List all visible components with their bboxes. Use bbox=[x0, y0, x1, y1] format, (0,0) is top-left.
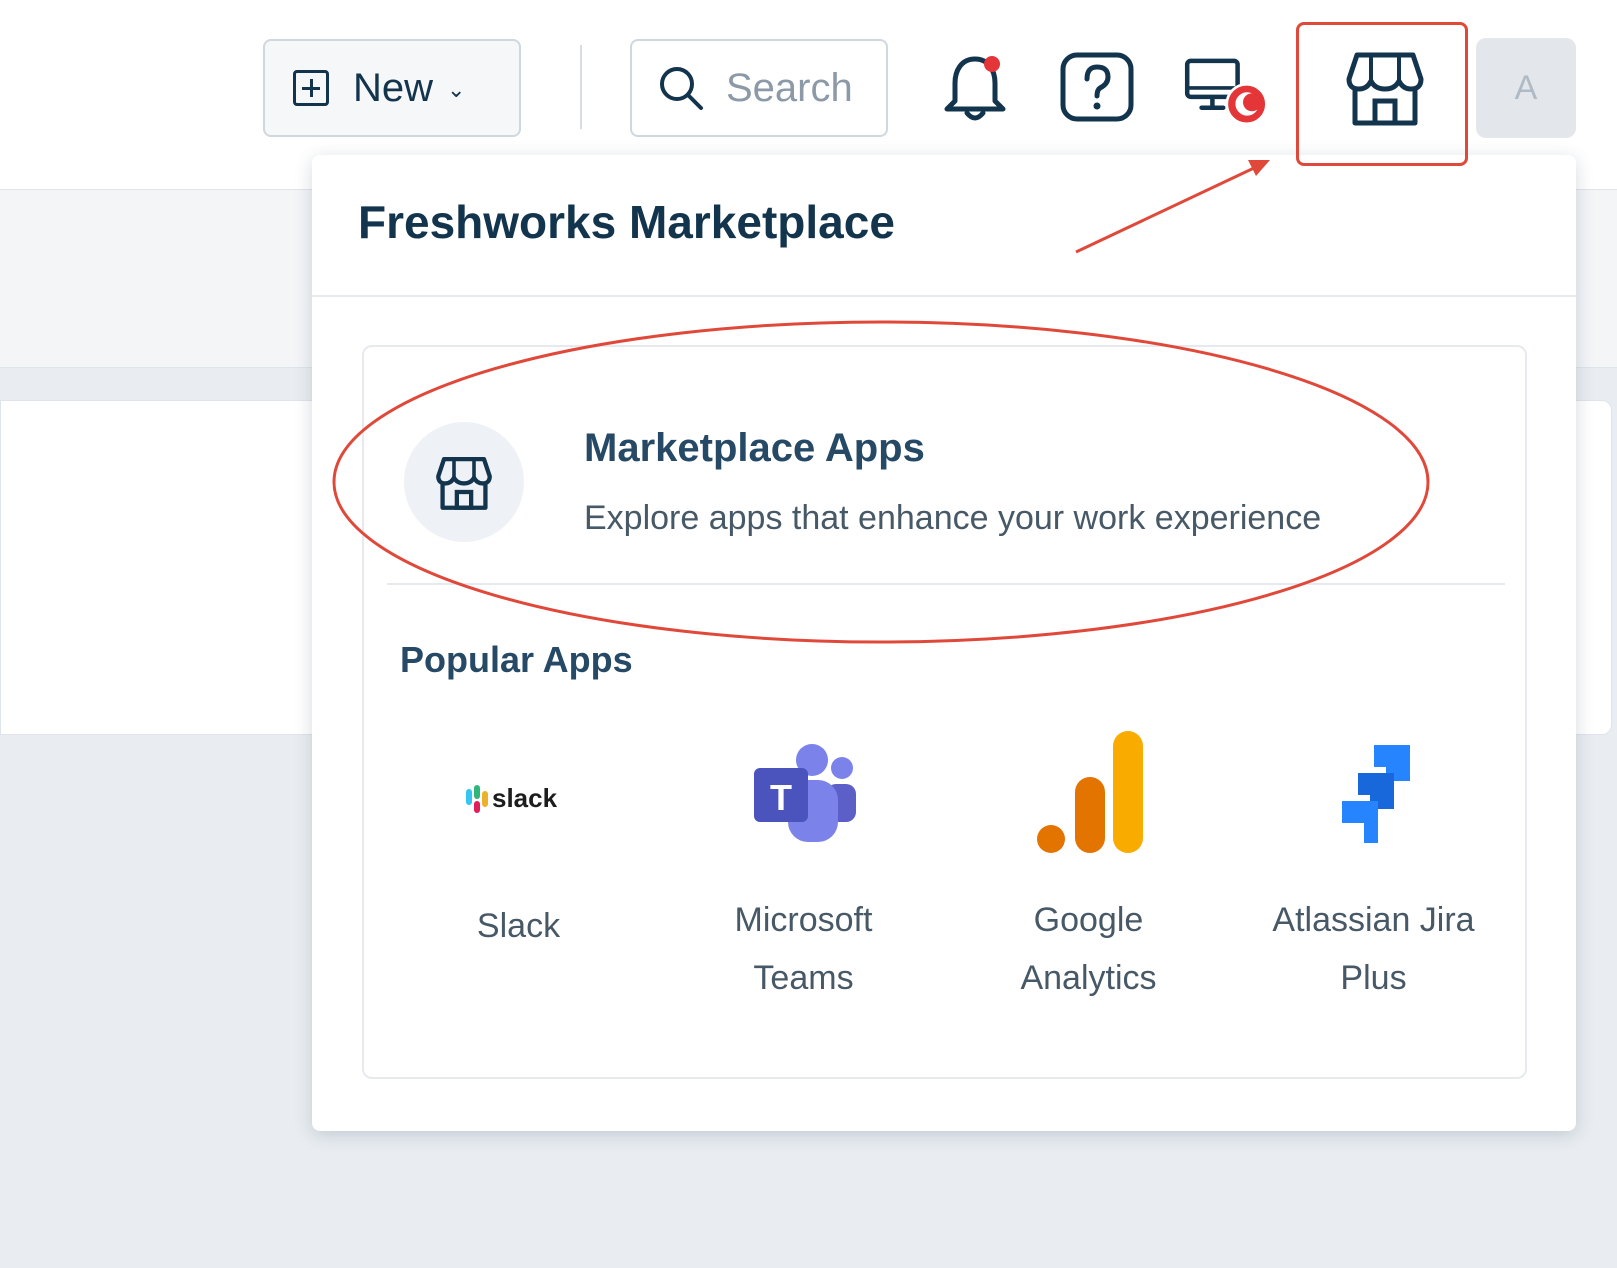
jira-logo-icon bbox=[1304, 727, 1444, 861]
new-button[interactable]: New ⌄ bbox=[263, 39, 521, 137]
slack-logo-icon: slack bbox=[449, 727, 589, 867]
slack-wordmark: slack bbox=[492, 783, 558, 813]
search-placeholder: Search bbox=[726, 65, 853, 110]
storefront-icon bbox=[436, 457, 492, 510]
notifications-button[interactable] bbox=[930, 42, 1020, 132]
marketplace-popup: Freshworks Marketplace Marketplace Apps … bbox=[312, 155, 1576, 1131]
help-button[interactable] bbox=[1052, 42, 1142, 132]
popular-apps-list: slack Slack T Microsoft Teams Google Ana… bbox=[376, 727, 1516, 1007]
search-box[interactable]: Search bbox=[630, 39, 888, 137]
app-microsoft-teams[interactable]: T Microsoft Teams bbox=[661, 727, 946, 1007]
app-google-analytics[interactable]: Google Analytics bbox=[946, 727, 1231, 1007]
google-analytics-logo-icon bbox=[1019, 727, 1159, 861]
avatar[interactable]: A bbox=[1476, 38, 1576, 138]
marketplace-apps-icon-wrap bbox=[404, 422, 524, 542]
new-button-label: New bbox=[353, 65, 434, 110]
microsoft-teams-logo-icon: T bbox=[734, 727, 874, 861]
app-screen: New ⌄ Search A Freshworks Marketplace Ma… bbox=[0, 0, 1617, 1268]
popup-title: Freshworks Marketplace bbox=[358, 196, 895, 248]
header-divider bbox=[580, 45, 582, 129]
teams-logo-letter: T bbox=[770, 777, 792, 818]
popular-apps-heading: Popular Apps bbox=[400, 639, 633, 680]
marketplace-apps-text: Marketplace Apps Explore apps that enhan… bbox=[584, 426, 1321, 538]
marketplace-apps-link[interactable]: Marketplace Apps Explore apps that enhan… bbox=[404, 417, 1484, 547]
plus-square-icon bbox=[293, 70, 329, 106]
popup-divider bbox=[312, 295, 1576, 297]
annotation-highlight-box bbox=[1296, 22, 1468, 166]
app-atlassian-jira-plus[interactable]: Atlassian Jira Plus bbox=[1231, 727, 1516, 1007]
bell-icon bbox=[944, 56, 1006, 121]
avatar-initial: A bbox=[1514, 68, 1538, 107]
marketplace-apps-subtitle: Explore apps that enhance your work expe… bbox=[584, 499, 1322, 537]
marketplace-panel: Marketplace Apps Explore apps that enhan… bbox=[362, 345, 1527, 1079]
chevron-down-icon: ⌄ bbox=[447, 77, 466, 102]
app-slack[interactable]: slack Slack bbox=[376, 727, 661, 1007]
app-name: Slack bbox=[476, 907, 561, 945]
presence-button[interactable] bbox=[1180, 42, 1270, 132]
app-name: Google Analytics bbox=[1020, 901, 1157, 997]
panel-divider bbox=[387, 583, 1505, 585]
question-icon bbox=[1060, 52, 1134, 122]
search-icon bbox=[660, 67, 703, 110]
monitor-status-icon bbox=[1184, 58, 1268, 126]
app-name: Microsoft Teams bbox=[734, 901, 873, 997]
marketplace-apps-title: Marketplace Apps bbox=[584, 426, 925, 470]
app-name: Atlassian Jira Plus bbox=[1272, 901, 1475, 997]
